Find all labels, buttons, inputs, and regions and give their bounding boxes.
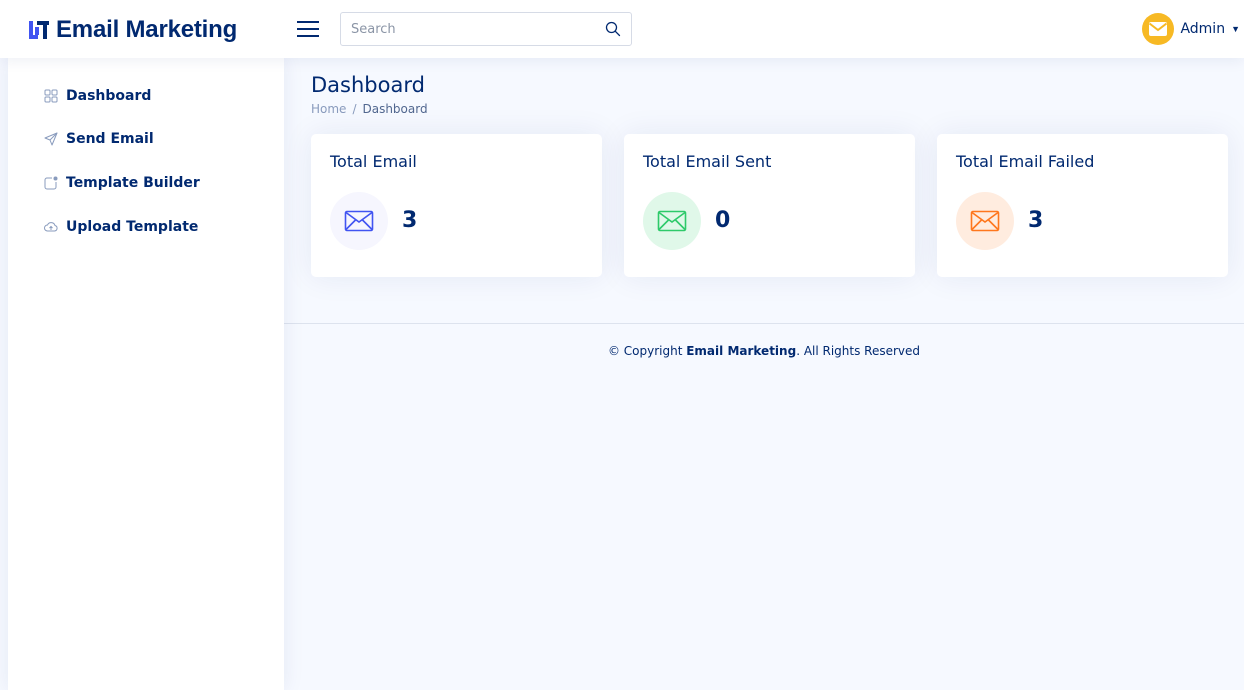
card-icon [956, 192, 1014, 250]
search-button[interactable] [605, 21, 621, 37]
envelope-icon [344, 210, 374, 232]
envelope-icon [970, 210, 1000, 232]
grid-icon [44, 89, 58, 103]
sidebar-item-label: Template Builder [66, 175, 200, 191]
toggle-sidebar-button[interactable] [296, 18, 320, 40]
envelope-icon [1149, 22, 1168, 36]
card-icon [330, 192, 388, 250]
avatar [1142, 13, 1175, 45]
copyright-prefix: © Copyright [607, 344, 687, 358]
sidebar-item-send-email[interactable]: Send Email [44, 128, 154, 150]
app-indicator-icon [44, 176, 58, 190]
card-value: 3 [402, 208, 418, 233]
card-value: 0 [715, 208, 731, 233]
user-menu[interactable]: Admin ▼ [1142, 12, 1240, 46]
brand-logo[interactable]: Email Marketing [28, 14, 237, 46]
breadcrumb-current: Dashboard [362, 102, 428, 116]
breadcrumb-separator: / [352, 102, 357, 116]
footer-divider [284, 323, 1244, 324]
sidebar-item-dashboard[interactable]: Dashboard [44, 85, 151, 107]
sidebar-item-label: Dashboard [66, 88, 152, 104]
breadcrumb-home-link[interactable]: Home [311, 102, 346, 116]
brand-name: Email Marketing [56, 16, 238, 43]
search-input[interactable] [341, 13, 591, 45]
copyright-suffix: . All Rights Reserved [796, 344, 921, 358]
sidebar-item-label: Send Email [66, 131, 154, 147]
card-title: Total Email [330, 152, 417, 171]
card-title: Total Email Failed [956, 152, 1095, 171]
card-icon [643, 192, 701, 250]
logo-icon [29, 21, 49, 39]
card-value: 3 [1028, 208, 1044, 233]
hamburger-icon [297, 21, 319, 37]
sidebar: Dashboard Send Email Template Builder Up… [8, 58, 284, 690]
send-icon [44, 132, 58, 146]
cloud-upload-icon [44, 222, 58, 232]
top-header: Email Marketing Admin ▼ [0, 0, 1244, 58]
total-email-failed-card: Total Email Failed 3 [937, 134, 1228, 277]
search-bar [340, 12, 632, 46]
user-name: Admin [1180, 21, 1226, 37]
sidebar-item-label: Upload Template [66, 219, 199, 235]
sidebar-item-template-builder[interactable]: Template Builder [44, 172, 200, 194]
card-title: Total Email Sent [643, 152, 772, 171]
caret-down-icon: ▼ [1231, 24, 1240, 34]
envelope-icon [657, 210, 687, 232]
search-icon [605, 21, 621, 37]
copyright-brand: Email Marketing [686, 344, 797, 358]
page-title: Dashboard [311, 73, 425, 97]
total-email-card: Total Email 3 [311, 134, 602, 277]
breadcrumb: Home / Dashboard [311, 102, 428, 116]
sidebar-item-upload-template[interactable]: Upload Template [44, 216, 198, 238]
footer-copyright: © Copyright Email Marketing. All Rights … [284, 344, 1244, 358]
total-email-sent-card: Total Email Sent 0 [624, 134, 915, 277]
